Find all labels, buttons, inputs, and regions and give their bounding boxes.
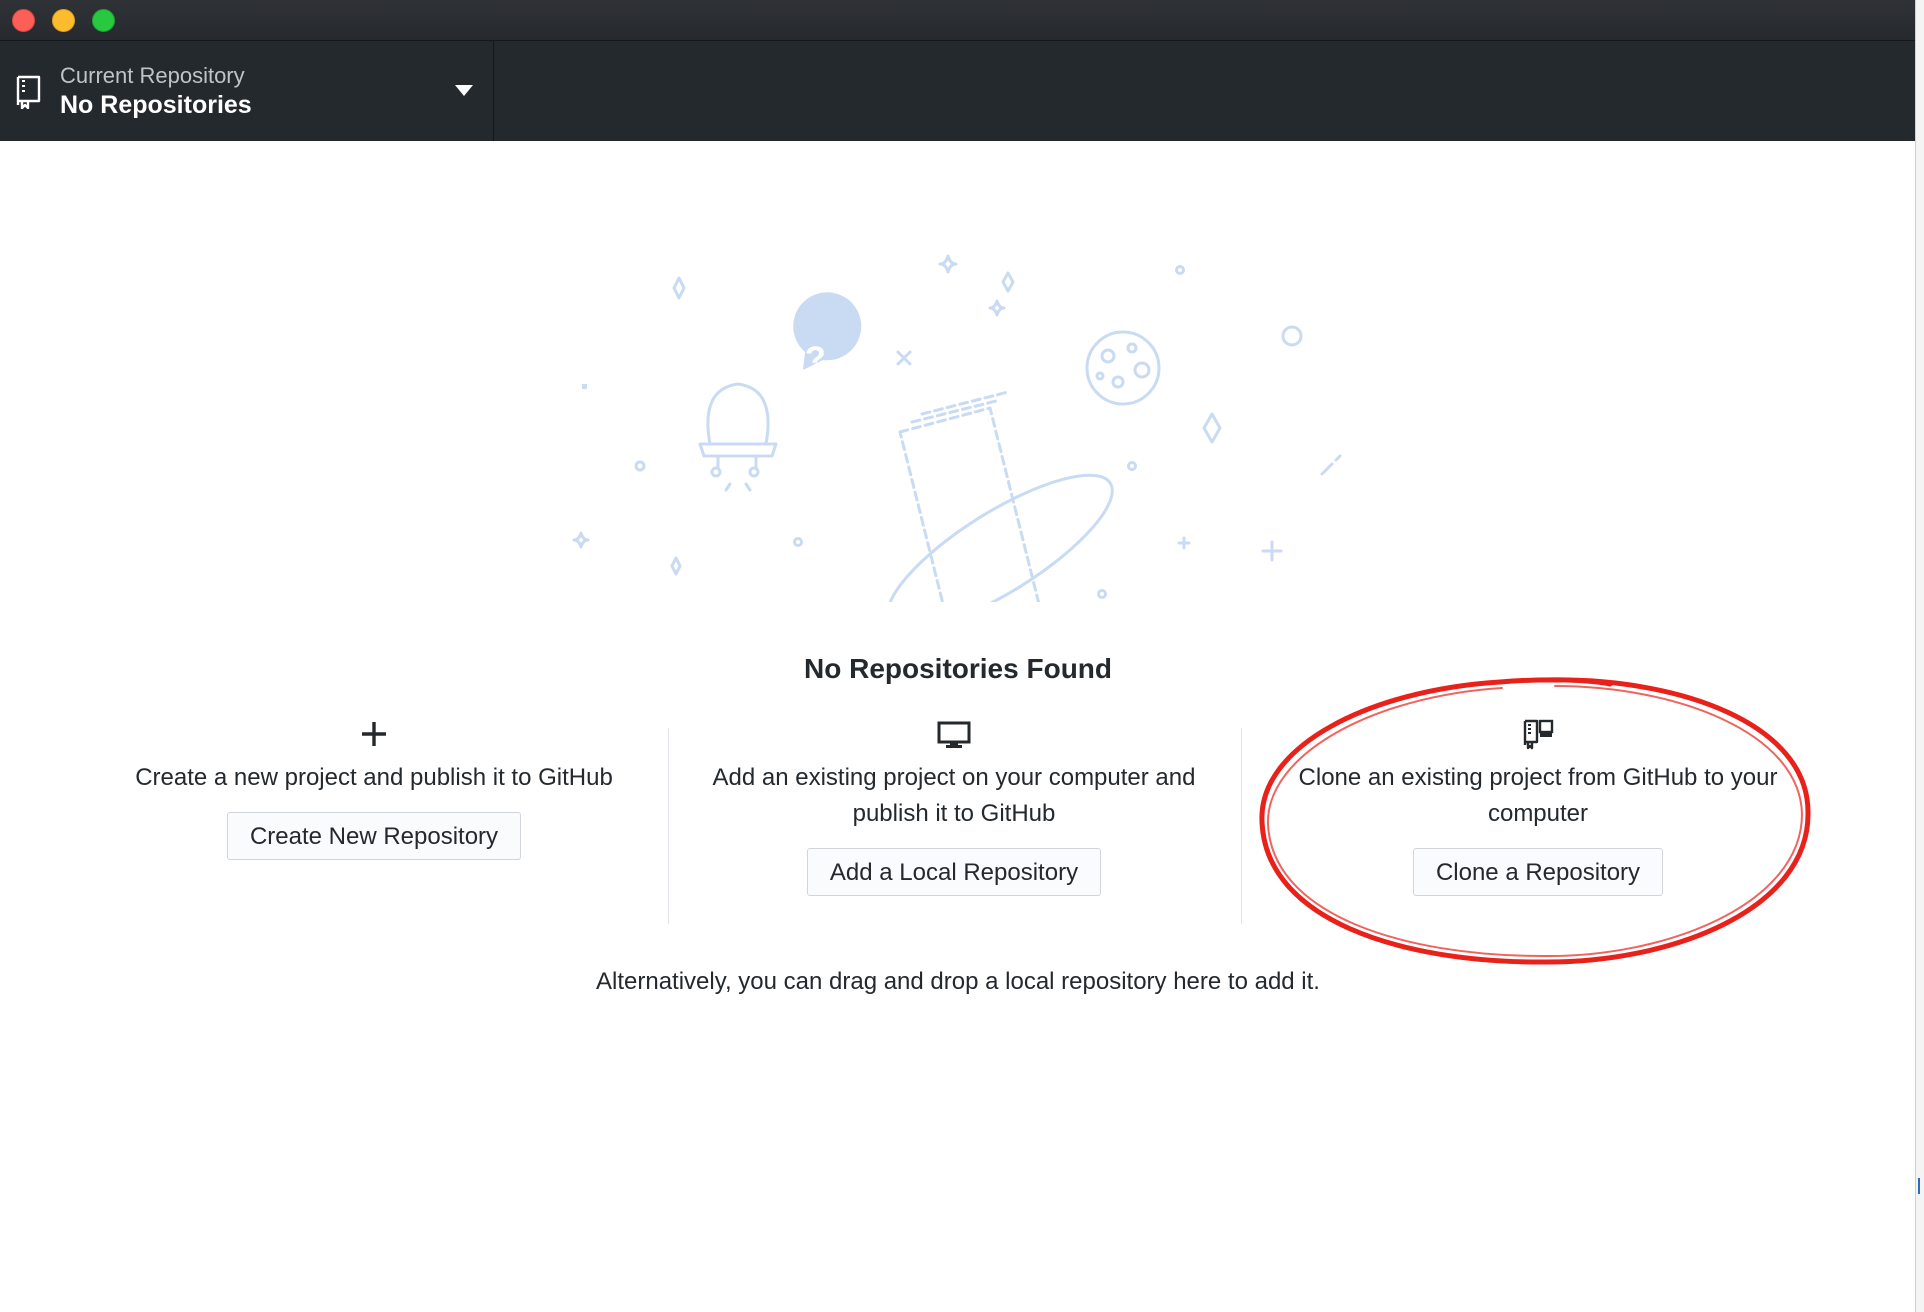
chevron-down-icon [455, 85, 473, 96]
current-repository-dropdown[interactable]: Current Repository No Repositories [0, 41, 494, 141]
window-title-bar [0, 0, 1916, 41]
svg-text:?: ? [805, 340, 826, 378]
space-illustration: ? [572, 254, 1342, 602]
column-divider [668, 728, 669, 924]
minimize-window-button[interactable] [52, 9, 75, 32]
current-repository-label: Current Repository [60, 63, 245, 88]
current-repository-value: No Repositories [60, 91, 252, 119]
repo-icon [16, 75, 41, 109]
desktop-icon [937, 721, 971, 748]
add-local-repository-section: Add an existing project on your computer… [686, 718, 1222, 896]
plus-icon [362, 722, 386, 746]
app-toolbar: Current Repository No Repositories [0, 41, 1916, 141]
maximize-window-button[interactable] [92, 9, 115, 32]
create-repository-section: Create a new project and publish it to G… [96, 718, 652, 860]
add-local-repository-button[interactable]: Add a Local Repository [806, 848, 1102, 896]
window-right-edge [1915, 0, 1924, 1312]
create-repository-description: Create a new project and publish it to G… [135, 764, 613, 791]
column-divider [1241, 728, 1242, 924]
drag-drop-hint: Alternatively, you can drag and drop a l… [596, 968, 1320, 995]
annotation-circle [1259, 677, 1811, 965]
add-repository-description-line2: publish it to GitHub [852, 800, 1056, 827]
edge-marker [1918, 1178, 1924, 1194]
create-new-repository-button[interactable]: Create New Repository [226, 812, 522, 860]
add-repository-description-line1: Add an existing project on your computer… [712, 764, 1196, 791]
close-window-button[interactable] [12, 9, 35, 32]
